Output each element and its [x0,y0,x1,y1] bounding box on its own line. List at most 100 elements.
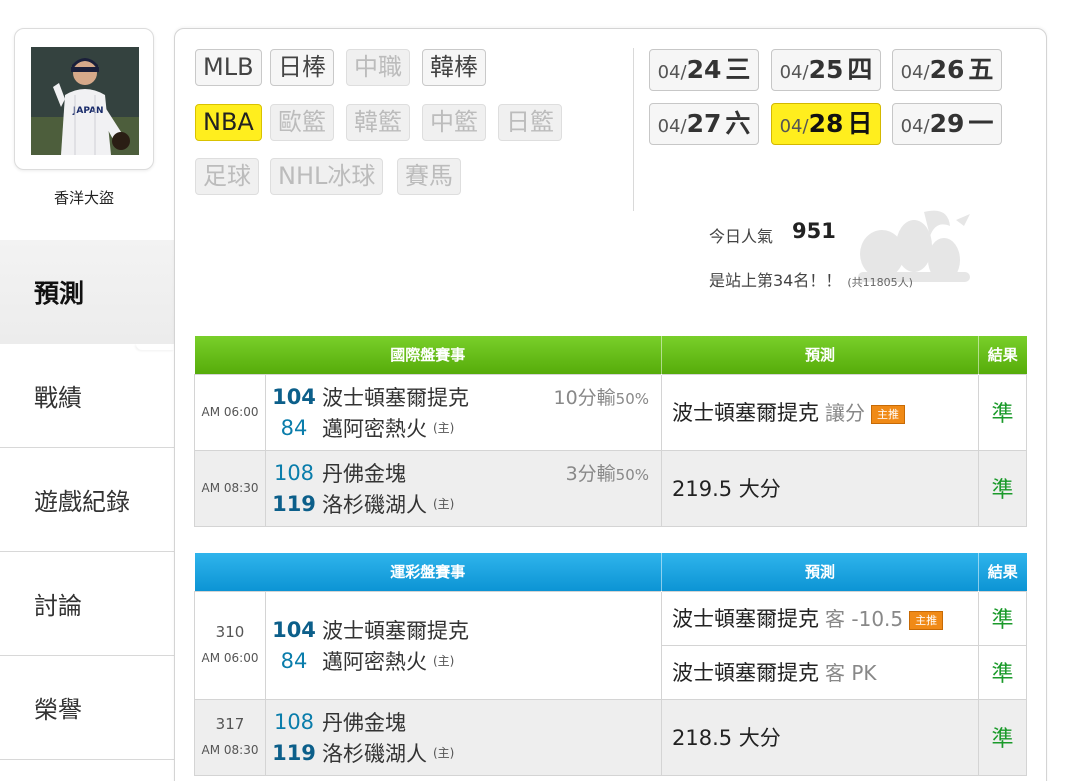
sports-lottery-table: 運彩盤賽事 預測 結果 310 AM 06:00 104 波士頓塞爾提克 84 邁阿… [194,553,1028,776]
nav-item-honor[interactable]: 榮譽 [0,656,174,760]
matchup-cell: 104 波士頓塞爾提克 84 邁阿密熱火 (主) [264,590,663,700]
home-team-line: 84 邁阿密熱火 (主) [266,412,661,443]
date-button-0426[interactable]: 04/26 五 [892,49,1002,91]
date-month: 04/ [657,62,687,83]
date-button-0429[interactable]: 04/29 一 [892,103,1002,145]
sidebar-nav: 預測 戰績 遊戲紀錄 討論 榮譽 [0,240,174,760]
game-number: 310 [215,623,245,641]
table-row: AM 06:00 104 波士頓塞爾提克 84 邁阿密熱火 (主) 10分輸50% 波… [194,373,1028,451]
game-time: AM 06:00 [201,651,259,665]
date-day: 24 [686,55,722,84]
home-tag: (主) [433,746,455,760]
date-weekday: 六 [725,109,751,138]
result-cell: 準 [978,644,1028,700]
nav-item-label: 遊戲紀錄 [34,488,130,516]
table-row: AM 08:30 108 丹佛金塊 119 洛杉磯湖人 (主) 3分輸50% 219.… [194,449,1028,527]
lottery-header-matches: 運彩盤賽事 [194,553,663,591]
pred-type: 客 PK [825,661,877,685]
nav-item-label: 戰績 [34,384,82,412]
date-month: 04/ [900,62,930,83]
home-team-line: 84 邁阿密熱火 (主) [266,645,661,676]
prediction-cell: 波士頓塞爾提克 讓分 主推 [661,373,980,451]
pred-type: 讓分 [825,401,866,425]
nav-item-record[interactable]: 戰績 [0,344,174,448]
rank-main: 是站上第34名！！ [709,271,842,290]
game-number: 317 [215,715,245,733]
nav-item-game-log[interactable]: 遊戲紀錄 [0,448,174,552]
line-pct: 50% [615,465,650,484]
sport-button-label: 中籃 [430,108,478,136]
sport-button-jpn-basketball: 日籃 [498,104,562,141]
intl-odds-table: 國際盤賽事 預測 結果 AM 06:00 104 波士頓塞爾提克 84 邁阿密熱火(… [194,336,1028,527]
nav-item-prediction[interactable]: 預測 [0,240,174,344]
date-month: 04/ [779,116,809,137]
sport-button-nba[interactable]: NBA [195,104,262,141]
away-score: 104 [272,384,316,409]
sport-button-horse-racing: 賽馬 [397,158,461,195]
date-button-0424[interactable]: 04/24 三 [649,49,759,91]
home-team: 洛杉磯湖人 [322,492,427,517]
home-score: 119 [272,491,316,516]
matchup-cell: 108 丹佛金塊 119 洛杉磯湖人 (主) [264,698,663,776]
away-team: 波士頓塞爾提克 [322,385,469,410]
sport-button-label: 歐籃 [278,108,326,136]
matchup-cell: 104 波士頓塞爾提克 84 邁阿密熱火 (主) 10分輸50% [264,373,663,451]
prediction-cell: 219.5 大分 [661,449,980,527]
date-button-0427[interactable]: 04/27 六 [649,103,759,145]
date-weekday: 五 [968,55,994,84]
sport-button-label: NHL冰球 [278,162,376,190]
sport-button-cpbl: 中職 [346,49,410,86]
avatar-card[interactable]: JAPAN [14,28,154,170]
date-day: 28 [808,109,844,138]
game-time: AM 08:30 [201,743,259,757]
rank-text: 是站上第34名！！ (共11805人) [709,267,913,291]
date-month: 04/ [779,62,809,83]
tab-notch [136,344,174,350]
home-team: 邁阿密熱火 [322,416,427,441]
date-day: 29 [929,109,965,138]
prediction-cell: 波士頓塞爾提克客 PK [661,644,980,700]
nav-item-discussion[interactable]: 討論 [0,552,174,656]
home-team-line: 119 洛杉磯湖人 (主) [266,737,661,768]
handicap-line: 10分輸50% [553,383,649,410]
sport-button-cn-basketball: 中籃 [422,104,486,141]
date-month: 04/ [657,116,687,137]
popularity-label: 今日人氣 [709,227,774,246]
sport-button-kor-basketball: 韓籃 [346,104,410,141]
away-team: 丹佛金塊 [322,461,406,486]
date-day: 25 [808,55,844,84]
username: 香洋大盜 [53,189,114,207]
date-day: 27 [686,109,722,138]
main-pick-badge: 主推 [909,610,944,630]
date-month: 04/ [900,116,930,137]
away-team: 丹佛金塊 [322,710,406,735]
table-row: 310 AM 06:00 104 波士頓塞爾提克 84 邁阿密熱火 (主) 波士頓塞爾… [194,590,1028,700]
sport-button-label: 足球 [203,162,251,190]
intl-header-matches: 國際盤賽事 [194,336,663,374]
date-button-0428[interactable]: 04/28 日 [771,103,881,145]
away-team: 波士頓塞爾提克 [322,618,469,643]
sport-button-mlb[interactable]: MLB [195,49,262,86]
game-time-cell: 317 AM 08:30 [194,698,266,776]
line-text: 3分輸 [565,462,616,485]
game-time: AM 06:00 [194,373,266,451]
divider [633,48,634,211]
date-weekday: 三 [725,55,751,84]
sport-button-jpn-baseball[interactable]: 日棒 [270,49,334,86]
game-time-cell: 310 AM 06:00 [194,590,266,700]
pred-team: 波士頓塞爾提克 [672,607,820,631]
sport-button-label: 中職 [354,53,402,81]
date-button-0425[interactable]: 04/25 四 [771,49,881,91]
home-score: 84 [280,648,308,673]
intl-header-result: 結果 [978,336,1027,374]
home-team-line: 119 洛杉磯湖人 (主) [266,488,661,519]
nav-item-label: 榮譽 [34,696,82,724]
away-score: 108 [273,460,315,485]
line-pct: 50% [615,389,650,408]
sport-button-kbo[interactable]: 韓棒 [422,49,486,86]
home-tag: (主) [433,497,455,511]
sport-button-euro-basketball: 歐籃 [270,104,334,141]
sport-button-label: MLB [203,53,254,81]
table-row: 317 AM 08:30 108 丹佛金塊 119 洛杉磯湖人 (主) 218.5 大… [194,698,1028,776]
nav-item-label: 討論 [34,592,82,620]
